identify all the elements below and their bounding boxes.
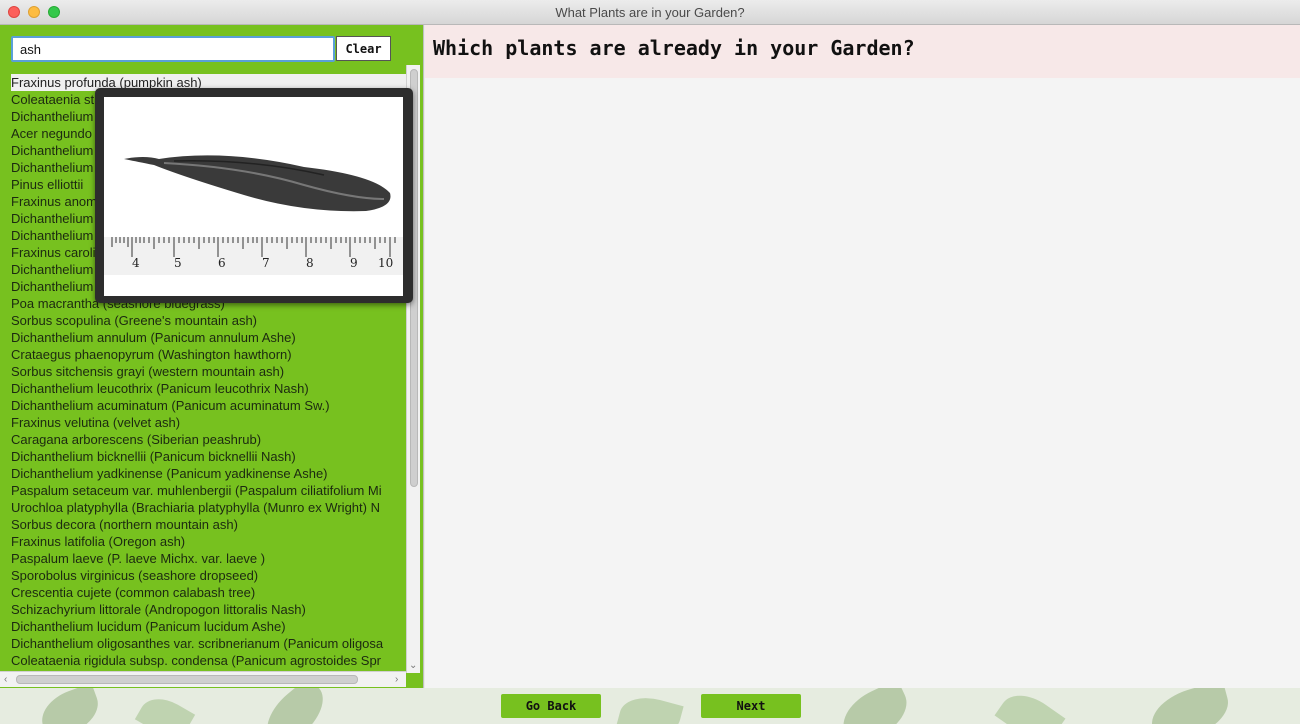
app-window: What Plants are in your Garden? Clear Fr… (0, 0, 1300, 724)
leaf-decoration (34, 688, 106, 724)
footer-bar: Go Back Next (0, 688, 1300, 724)
plant-image-popup: 4 5 6 7 8 9 10 (95, 88, 413, 303)
scroll-right-icon[interactable]: › (395, 675, 398, 685)
ruler-label: 8 (306, 256, 314, 270)
ruler-label: 6 (218, 256, 226, 270)
list-item[interactable]: Coleataenia rigidula subsp. condensa (Pa… (11, 652, 406, 669)
leaf-decoration (833, 688, 917, 724)
list-item[interactable]: Paspalum setaceum var. muhlenbergii (Pas… (11, 482, 406, 499)
leaf-decoration (994, 688, 1066, 724)
list-item[interactable]: Dichanthelium yadkinense (Panicum yadkin… (11, 465, 406, 482)
list-item[interactable]: Caragana arborescens (Siberian peashrub) (11, 431, 406, 448)
next-button[interactable]: Next (701, 694, 801, 718)
list-item[interactable]: Dichanthelium bicknellii (Panicum bickne… (11, 448, 406, 465)
seed-photo: 4 5 6 7 8 9 10 (104, 97, 403, 296)
list-item[interactable]: Crescentia cujete (common calabash tree) (11, 584, 406, 601)
page-title: Which plants are already in your Garden? (433, 36, 915, 60)
list-item[interactable]: Dichanthelium annulum (Panicum annulum A… (11, 329, 406, 346)
horizontal-scroll-thumb[interactable] (16, 675, 358, 684)
leaf-decoration (616, 690, 684, 724)
list-item[interactable]: Schizachyrium littorale (Andropogon litt… (11, 601, 406, 618)
main-panel: Which plants are already in your Garden? (425, 25, 1300, 688)
ruler-label: 5 (174, 256, 182, 270)
list-item[interactable]: Sporobolus virginicus (seashore dropseed… (11, 567, 406, 584)
list-item[interactable]: Crataegus phaenopyrum (Washington hawtho… (11, 346, 406, 363)
clear-button[interactable]: Clear (336, 36, 391, 61)
list-item[interactable]: Sorbus sitchensis grayi (western mountai… (11, 363, 406, 380)
question-header: Which plants are already in your Garden? (425, 25, 1300, 78)
list-item[interactable]: Sorbus scopulina (Greene's mountain ash) (11, 312, 406, 329)
list-item[interactable]: Fraxinus latifolia (Oregon ash) (11, 533, 406, 550)
list-item[interactable]: Paspalum laeve (P. laeve Michx. var. lae… (11, 550, 406, 567)
list-item[interactable]: Sorbus decora (northern mountain ash) (11, 516, 406, 533)
title-bar: What Plants are in your Garden? (0, 0, 1300, 25)
leaf-decoration (1145, 688, 1235, 724)
list-item[interactable]: Fraxinus velutina (velvet ash) (11, 414, 406, 431)
list-item[interactable]: Dichanthelium oligosanthes var. scribner… (11, 635, 406, 652)
window-title: What Plants are in your Garden? (555, 5, 745, 20)
list-item[interactable]: Dichanthelium lucidum (Panicum lucidum A… (11, 618, 406, 635)
list-item[interactable]: Dichanthelium acuminatum (Panicum acumin… (11, 397, 406, 414)
ruler-label: 7 (262, 256, 270, 270)
search-input[interactable] (11, 36, 335, 62)
list-horizontal-scrollbar[interactable]: ‹ › (0, 671, 406, 687)
ruler-label: 9 (350, 256, 358, 270)
leaf-decoration (255, 688, 335, 724)
scroll-down-icon[interactable]: ⌄ (409, 661, 417, 671)
ruler-label: 10 (378, 256, 393, 270)
leaf-decoration (134, 689, 196, 724)
list-item[interactable]: Dichanthelium leucothrix (Panicum leucot… (11, 380, 406, 397)
go-back-button[interactable]: Go Back (501, 694, 601, 718)
scroll-left-icon[interactable]: ‹ (4, 675, 7, 685)
list-item[interactable]: Urochloa platyphylla (Brachiaria platyph… (11, 499, 406, 516)
ruler-label: 4 (132, 256, 140, 270)
